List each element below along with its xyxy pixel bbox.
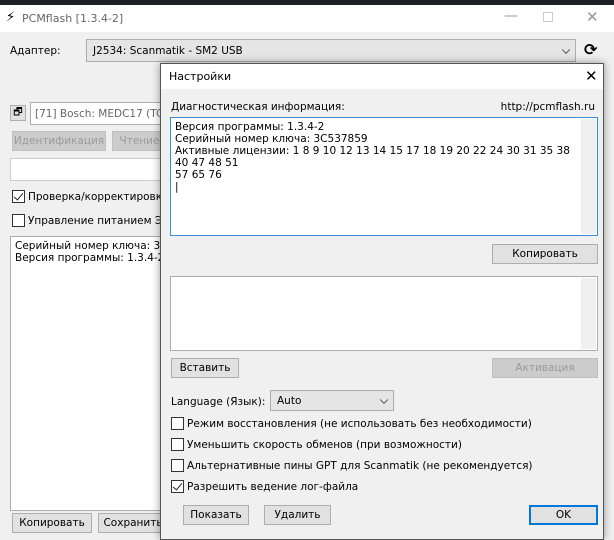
site-url[interactable]: http://pcmflash.ru <box>501 101 595 113</box>
dialog-title-bar: Настройки ✕ <box>161 64 603 89</box>
checkbox[interactable] <box>171 459 184 472</box>
scrollbar[interactable] <box>581 119 596 234</box>
check-label: Управление питанием ЭБУ ' <box>28 214 183 227</box>
option-log[interactable]: Разрешить ведение лог-файла <box>171 480 358 493</box>
copy-log-button[interactable]: Копировать <box>12 513 92 533</box>
language-label: Language (Язык): <box>171 396 266 408</box>
option-label: Режим восстановления (не использовать бе… <box>187 417 532 430</box>
progress-field <box>10 158 165 181</box>
identify-button[interactable]: Идентификация <box>12 131 106 151</box>
bolt-icon: ⚡ <box>6 10 16 25</box>
diag-label: Диагностическая информация: <box>171 101 345 113</box>
checkbox[interactable] <box>12 214 25 227</box>
option-label: Уменьшить скорость обменов (при возможно… <box>187 438 462 451</box>
checkbox[interactable] <box>171 417 184 430</box>
window-title: PCMflash [1.3.4-2] <box>22 12 124 25</box>
log-text[interactable]: Серийный номер ключа: 3C53 Версия програ… <box>10 236 165 511</box>
adapter-label: Адаптер: <box>10 45 61 57</box>
scrollbar[interactable] <box>581 278 596 349</box>
ecu-select[interactable]: [71] Bosch: MEDC17 (TC17 <box>30 102 165 125</box>
check-label: Проверка/корректировка К <box>28 190 180 203</box>
window-icon-button[interactable]: 🗗 <box>10 105 26 121</box>
checkbox[interactable] <box>171 480 184 493</box>
diag-text: Версия программы: 1.3.4-2 Серийный номер… <box>175 121 570 193</box>
chevron-down-icon <box>379 395 389 404</box>
title-bar: ⚡ PCMflash [1.3.4-2] — ✕ <box>0 5 614 32</box>
activate-button[interactable]: Активация <box>492 358 598 378</box>
ok-button[interactable]: OK <box>529 505 598 525</box>
option-label: Разрешить ведение лог-файла <box>187 480 359 493</box>
chevron-down-icon <box>561 45 571 54</box>
check-power[interactable]: Управление питанием ЭБУ ' <box>12 214 182 227</box>
save-log-button[interactable]: Сохранить <box>98 513 168 533</box>
diag-textarea[interactable]: Версия программы: 1.3.4-2 Серийный номер… <box>170 117 598 236</box>
license-textarea[interactable] <box>170 276 598 351</box>
language-value: Auto <box>277 394 302 407</box>
check-correction[interactable]: Проверка/корректировка К <box>12 190 179 203</box>
maximize-button[interactable] <box>543 12 553 22</box>
option-label: Альтернативные пины GPT для Scanmatik (н… <box>187 459 533 472</box>
checkbox[interactable] <box>171 438 184 451</box>
paste-button[interactable]: Вставить <box>171 358 239 378</box>
option-slow[interactable]: Уменьшить скорость обменов (при возможно… <box>171 438 462 451</box>
adapter-value: J2534: Scanmatik - SM2 USB <box>93 44 243 57</box>
delete-log-button[interactable]: Удалить <box>264 505 331 525</box>
refresh-icon[interactable]: ⟳ <box>584 40 597 59</box>
dialog-close-button[interactable]: ✕ <box>585 67 598 85</box>
option-alt-pins[interactable]: Альтернативные пины GPT для Scanmatik (н… <box>171 459 533 472</box>
minimize-button[interactable]: — <box>504 8 518 24</box>
checkbox[interactable] <box>12 190 25 203</box>
language-select[interactable]: Auto <box>270 390 394 411</box>
adapter-select[interactable]: J2534: Scanmatik - SM2 USB <box>86 39 576 62</box>
dialog-title: Настройки <box>169 70 232 83</box>
close-button[interactable]: ✕ <box>586 8 599 26</box>
read-button[interactable]: Чтение <box>112 131 167 151</box>
copy-diag-button[interactable]: Копировать <box>492 244 598 264</box>
option-recovery[interactable]: Режим восстановления (не использовать бе… <box>171 417 532 430</box>
show-log-button[interactable]: Показать <box>183 505 249 525</box>
settings-dialog: Настройки ✕ Диагностическая информация: … <box>160 63 604 540</box>
